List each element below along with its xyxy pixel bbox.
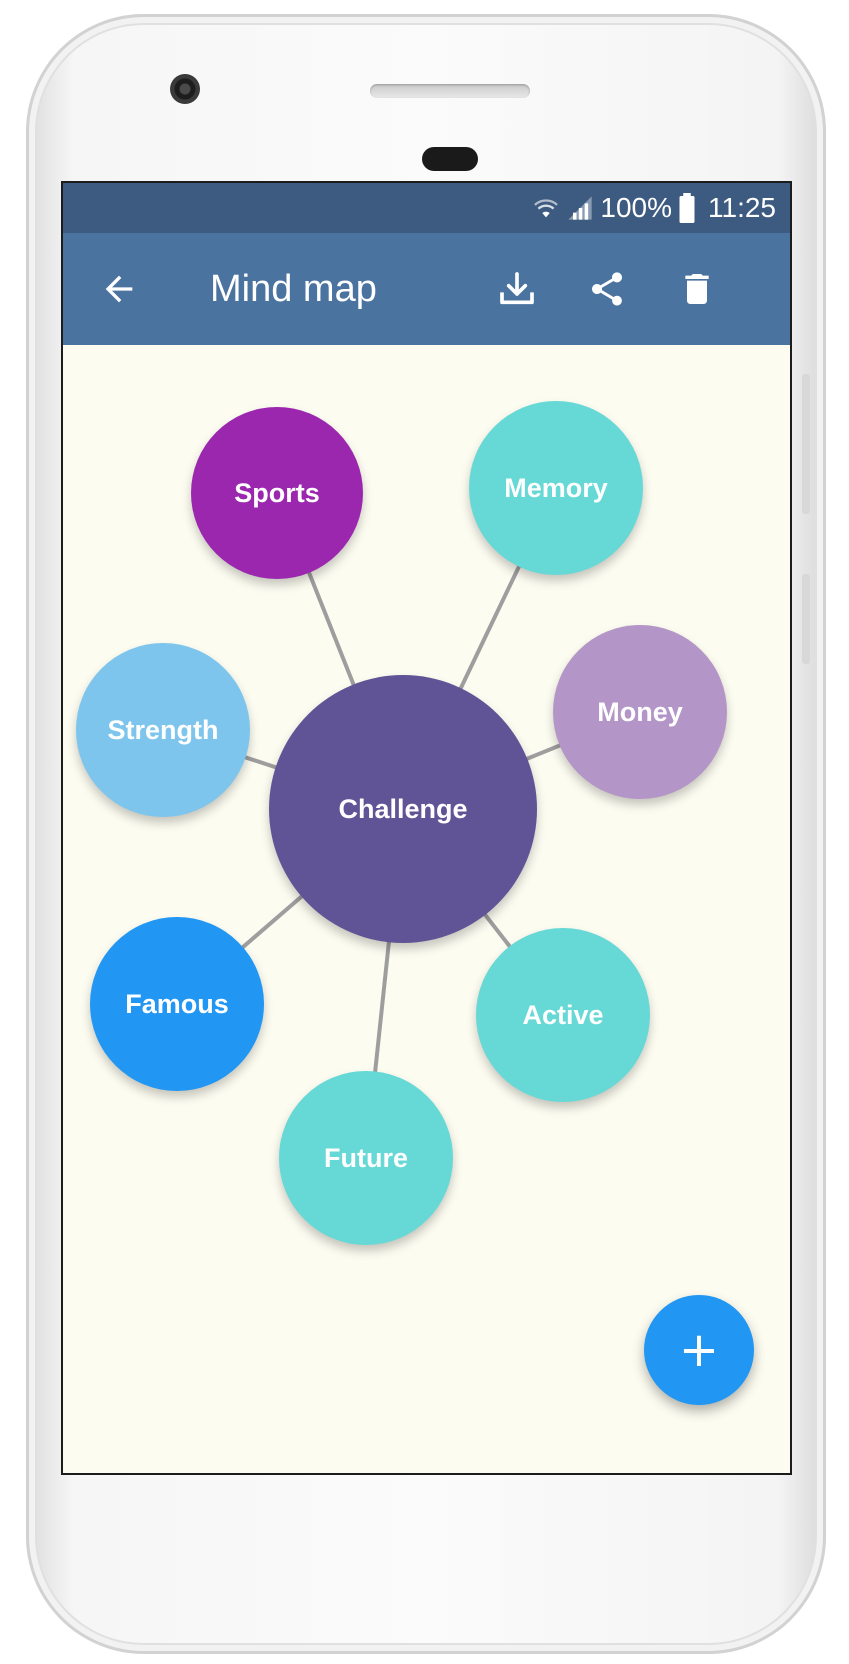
delete-icon [685, 274, 709, 304]
volume-button [802, 374, 810, 514]
mind-map-node-memory[interactable]: Memory [469, 401, 643, 575]
plus-icon: + [678, 1322, 720, 1378]
add-node-button[interactable]: + [644, 1295, 754, 1405]
mind-map-node-strength[interactable]: Strength [76, 643, 250, 817]
signal-icon [568, 196, 593, 220]
mind-map-center-node[interactable]: Challenge [269, 675, 537, 943]
wifi-icon [534, 199, 559, 218]
share-button[interactable] [581, 263, 633, 315]
back-button[interactable] [93, 263, 145, 315]
proximity-sensor [422, 147, 478, 171]
back-arrow-icon [105, 275, 133, 303]
mind-map-node-famous[interactable]: Famous [90, 917, 264, 1091]
battery-icon [679, 193, 695, 223]
download-button[interactable] [491, 263, 543, 315]
page-title: Mind map [210, 268, 377, 310]
phone-screen: 100% 11:25 Mind map Sports Memory Money … [61, 181, 792, 1475]
battery-percent: 100% [600, 192, 672, 223]
mind-map-node-sports[interactable]: Sports [191, 407, 363, 579]
node-label: Famous [125, 988, 229, 1019]
status-bar: 100% 11:25 [63, 183, 790, 233]
mind-map-node-future[interactable]: Future [279, 1071, 453, 1245]
delete-button[interactable] [671, 263, 723, 315]
power-button [802, 574, 810, 664]
status-time: 11:25 [708, 192, 776, 223]
share-icon [592, 272, 622, 306]
center-node-label: Challenge [338, 793, 468, 824]
earpiece-speaker [370, 84, 530, 98]
app-bar: Mind map [63, 233, 790, 345]
node-label: Strength [107, 714, 219, 745]
node-label: Money [597, 696, 683, 727]
node-label: Future [324, 1142, 408, 1173]
front-camera [170, 74, 200, 104]
node-label: Memory [504, 472, 608, 503]
node-label: Active [522, 999, 604, 1030]
mind-map-canvas[interactable]: Sports Memory Money Strength Famous Acti… [63, 345, 790, 1473]
mind-map-node-active[interactable]: Active [476, 928, 650, 1102]
status-icons: 100% 11:25 [532, 183, 776, 233]
download-icon [500, 272, 534, 305]
node-label: Sports [234, 477, 320, 508]
mind-map-node-money[interactable]: Money [553, 625, 727, 799]
